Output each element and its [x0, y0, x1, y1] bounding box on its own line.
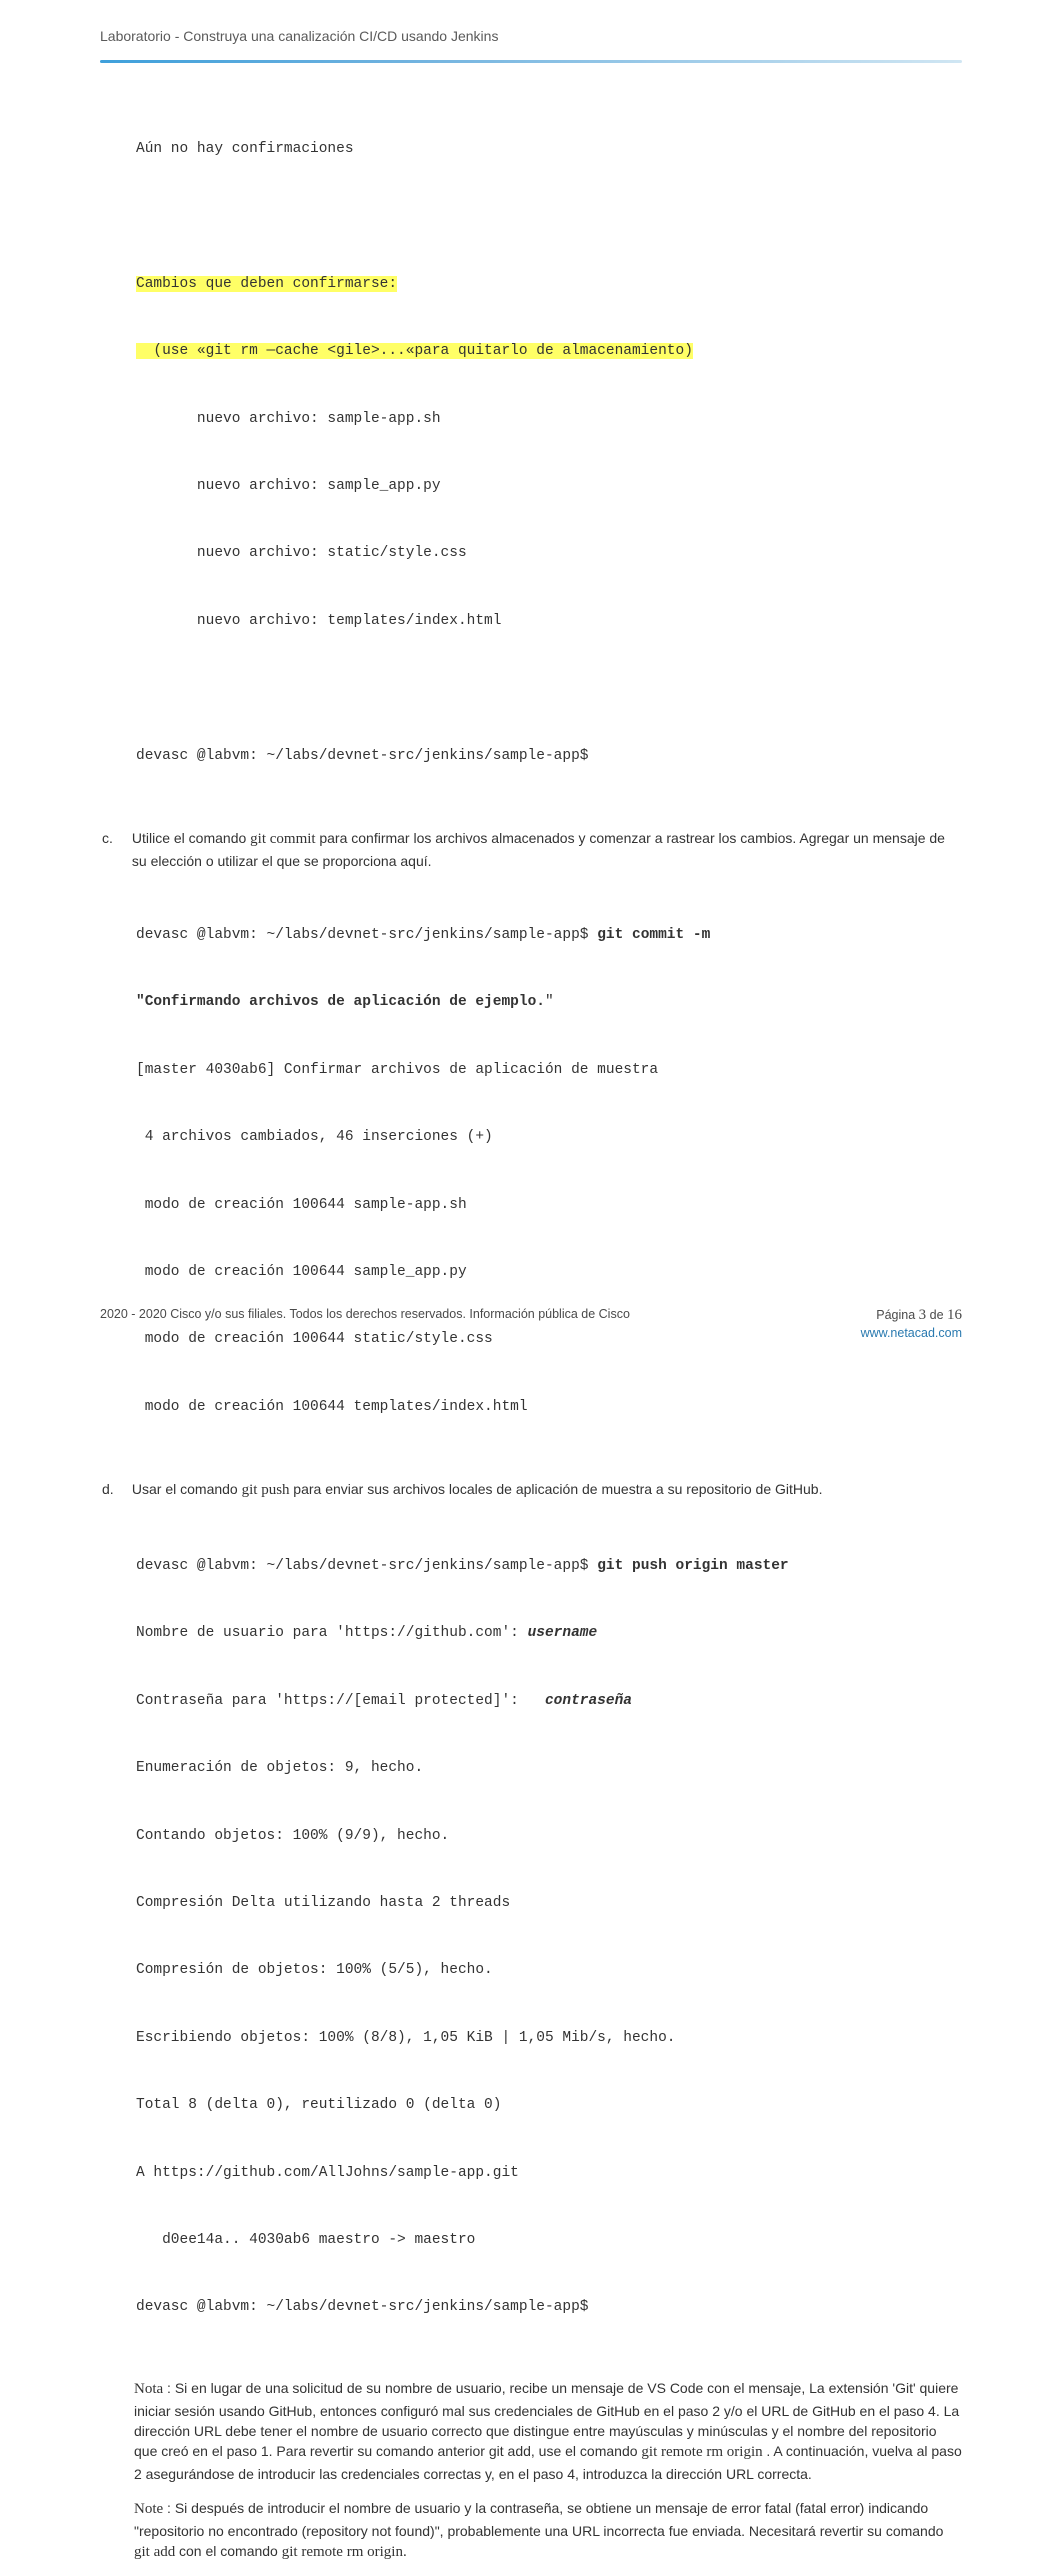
- code-line: devasc @labvm: ~/labs/devnet-src/jenkins…: [136, 1555, 962, 1577]
- code-line: modo de creación 100644 templates/index.…: [136, 1396, 962, 1418]
- footer-left: 2020 - 2020 Cisco y/o sus filiales. Todo…: [100, 1307, 630, 1324]
- highlight-text: Cambios que deben confirmarse:: [136, 276, 397, 292]
- code-line: Contando objetos: 100% (9/9), hecho.: [136, 1825, 962, 1847]
- page-footer: 2020 - 2020 Cisco y/o sus filiales. Todo…: [100, 1307, 962, 1340]
- code-line: (use «git rm —cache <gile>...«para quita…: [136, 340, 962, 362]
- inline-command: git push: [242, 1482, 294, 1498]
- note-2: Note : Si después de introducir el nombr…: [100, 2498, 962, 2564]
- command: git commit -m: [597, 927, 719, 943]
- text: de: [926, 1308, 947, 1322]
- footer-right: Página 3 de 16: [876, 1307, 962, 1324]
- code-line: [master 4030ab6] Confirmar archivos de a…: [136, 1059, 962, 1081]
- code-line: Cambios que deben confirmarse:: [136, 273, 962, 295]
- code-line: nuevo archivo: sample-app.sh: [136, 408, 962, 430]
- text: ": [545, 994, 554, 1010]
- code-line: Total 8 (delta 0), reutilizado 0 (delta …: [136, 2094, 962, 2116]
- command: git push origin master: [597, 1558, 788, 1574]
- text: Si después de introducir el nombre de us…: [134, 2500, 943, 2539]
- code-line: nuevo archivo: sample_app.py: [136, 475, 962, 497]
- highlight-text: (use «git rm —cache <gile>...«para quita…: [136, 343, 693, 359]
- code-line: devasc @labvm: ~/labs/devnet-src/jenkins…: [136, 924, 962, 946]
- user-input: contraseña: [545, 1693, 632, 1709]
- code-line: devasc @labvm: ~/labs/devnet-src/jenkins…: [136, 2296, 962, 2318]
- text: Nombre de usuario para 'https://github.c…: [136, 1625, 528, 1641]
- header-divider: [100, 60, 962, 63]
- code-line: Compresión de objetos: 100% (5/5), hecho…: [136, 1959, 962, 1981]
- code-line: "Confirmando archivos de aplicación de e…: [136, 991, 962, 1013]
- code-line: Nombre de usuario para 'https://github.c…: [136, 1622, 962, 1644]
- code-line: A https://github.com/AllJohns/sample-app…: [136, 2162, 962, 2184]
- text: Página: [876, 1308, 918, 1322]
- code-line: 4 archivos cambiados, 46 inserciones (+): [136, 1126, 962, 1148]
- inline-command: git add: [134, 2544, 179, 2560]
- text: con el comando: [179, 2543, 282, 2559]
- text: Utilice el comando: [132, 830, 250, 846]
- prompt: devasc @labvm: ~/labs/devnet-src/jenkins…: [136, 1558, 597, 1574]
- inline-command: git commit: [250, 831, 319, 847]
- inline-command: git remote rm origin: [641, 2444, 766, 2460]
- code-line: Enumeración de objetos: 9, hecho.: [136, 1757, 962, 1779]
- code-line: [136, 677, 962, 699]
- note-head: Nota: [134, 2381, 163, 2397]
- step-text: Utilice el comando git commit para confi…: [132, 828, 960, 871]
- code-line: modo de creación 100644 sample_app.py: [136, 1261, 962, 1283]
- code-block-1: Aún no hay confirmaciones Cambios que de…: [100, 93, 962, 812]
- code-line: [136, 205, 962, 227]
- note-1: Nota : Si en lugar de una solicitud de s…: [100, 2378, 962, 2484]
- text: :: [163, 2500, 175, 2516]
- code-line: modo de creación 100644 sample-app.sh: [136, 1194, 962, 1216]
- command: "Confirmando archivos de aplicación de e…: [136, 994, 545, 1010]
- prompt: devasc @labvm: ~/labs/devnet-src/jenkins…: [136, 927, 597, 943]
- code-block-3: devasc @labvm: ~/labs/devnet-src/jenkins…: [100, 1510, 962, 2364]
- copyright-text: 2020 - 2020 Cisco y/o sus filiales. Todo…: [100, 1307, 630, 1321]
- step-d: d. Usar el comando git push para enviar …: [100, 1479, 962, 1502]
- code-line: d0ee14a.. 4030ab6 maestro -> maestro: [136, 2229, 962, 2251]
- text: :: [163, 2380, 175, 2396]
- user-input: username: [528, 1625, 598, 1641]
- code-line: Compresión Delta utilizando hasta 2 thre…: [136, 1892, 962, 1914]
- text: Usar el comando: [132, 1481, 242, 1497]
- step-label: d.: [100, 1479, 128, 1499]
- step-text: Usar el comando git push para enviar sus…: [132, 1479, 960, 1502]
- code-line: devasc @labvm: ~/labs/devnet-src/jenkins…: [136, 745, 962, 767]
- note-head: Note: [134, 2501, 163, 2517]
- text: Contraseña para 'https://[email protecte…: [136, 1693, 545, 1709]
- page-header: Laboratorio - Construya una canalización…: [0, 0, 1062, 54]
- page-total: 16: [947, 1307, 962, 1323]
- code-line: Escribiendo objetos: 100% (8/8), 1,05 Ki…: [136, 2027, 962, 2049]
- inline-command: git remote rm origin.: [282, 2544, 407, 2560]
- code-line: Aún no hay confirmaciones: [136, 138, 962, 160]
- text: para enviar sus archivos locales de apli…: [293, 1481, 822, 1497]
- step-label: c.: [100, 828, 128, 848]
- code-line: nuevo archivo: templates/index.html: [136, 610, 962, 632]
- code-line: Contraseña para 'https://[email protecte…: [136, 1690, 962, 1712]
- footer-link[interactable]: www.netacad.com: [100, 1326, 962, 1340]
- step-c: c. Utilice el comando git commit para co…: [100, 828, 962, 871]
- code-line: nuevo archivo: static/style.css: [136, 542, 962, 564]
